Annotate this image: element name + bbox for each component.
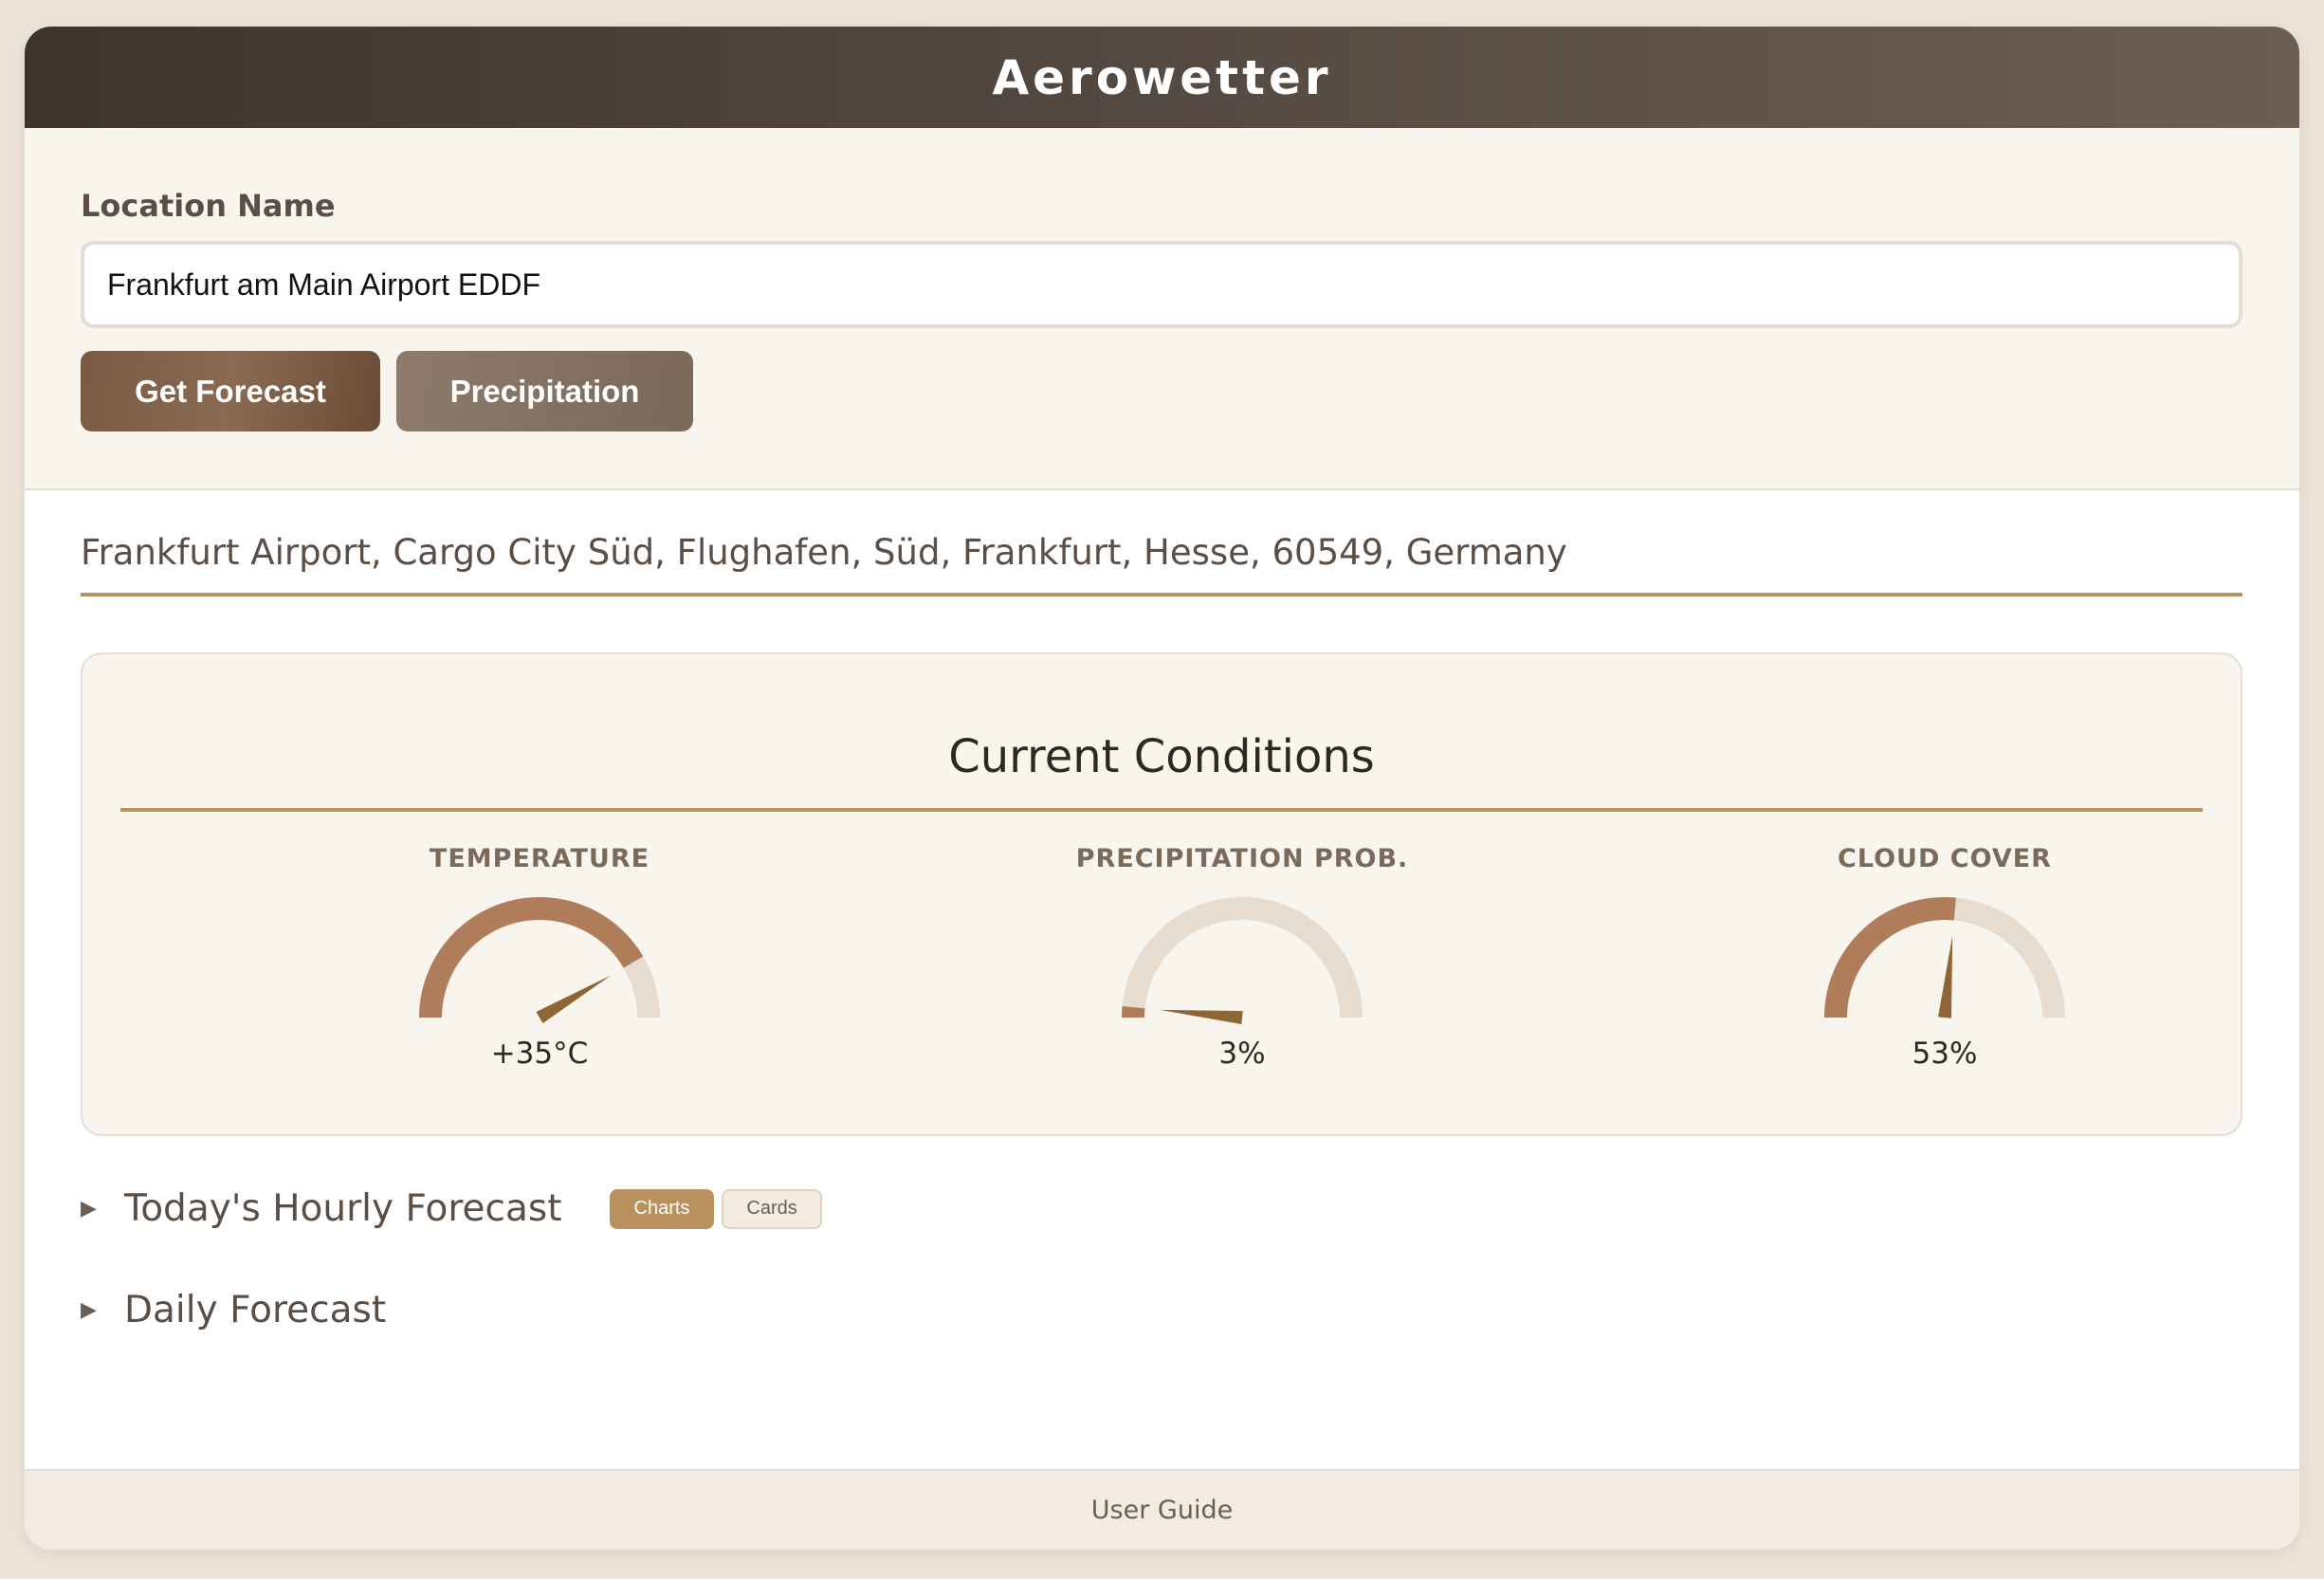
charts-toggle-button[interactable]: Charts <box>609 1188 715 1229</box>
current-conditions-divider <box>120 808 2203 812</box>
temperature-gauge: TEMPERATURE +35°C <box>350 844 729 1071</box>
location-name-label: Location Name <box>81 188 336 224</box>
cloud-cover-gauge: CLOUD COVER 53% <box>1755 844 2134 1071</box>
gauge-track <box>1122 897 1363 1019</box>
cards-toggle-button[interactable]: Cards <box>722 1188 822 1229</box>
current-conditions-card: Current Conditions TEMPERATURE +35°C PRE… <box>81 652 2242 1136</box>
address-divider <box>81 593 2242 597</box>
temperature-label: TEMPERATURE <box>429 844 650 873</box>
temperature-gauge-dial <box>419 897 660 1024</box>
resolved-address: Frankfurt Airport, Cargo City Süd, Flugh… <box>81 532 1567 573</box>
temperature-value: +35°C <box>490 1037 589 1071</box>
precipitation-value: 3% <box>1218 1037 1266 1071</box>
cloud-cover-value: 53% <box>1912 1037 1978 1071</box>
daily-forecast-title[interactable]: Daily Forecast <box>124 1289 386 1331</box>
user-guide-link[interactable]: User Guide <box>1091 1496 1233 1525</box>
hourly-forecast-section[interactable]: ▶ Today's Hourly Forecast Charts Cards <box>81 1187 822 1230</box>
triangle-right-icon[interactable]: ▶ <box>81 1197 124 1221</box>
cloud-cover-label: CLOUD COVER <box>1838 844 2052 873</box>
app-title: Aerowetter <box>992 49 1332 105</box>
forecast-content: Frankfurt Airport, Cargo City Süd, Flugh… <box>25 490 2299 1463</box>
get-forecast-button[interactable]: Get Forecast <box>81 351 380 431</box>
gauge-fill <box>1824 897 1956 1019</box>
current-conditions-title: Current Conditions <box>948 730 1375 783</box>
precipitation-gauge: PRECIPITATION PROB. 3% <box>1052 844 1432 1071</box>
precipitation-gauge-dial <box>1122 897 1363 1024</box>
daily-forecast-section[interactable]: ▶ Daily Forecast <box>81 1289 386 1331</box>
gauge-fill <box>1122 1006 1145 1019</box>
gauge-needle <box>1938 935 1953 1019</box>
triangle-right-icon[interactable]: ▶ <box>81 1298 124 1322</box>
app-header: Aerowetter <box>25 27 2299 128</box>
gauge-needle <box>536 975 611 1024</box>
app-window: Aerowetter Location Name Get Forecast Pr… <box>25 27 2299 1550</box>
precipitation-button[interactable]: Precipitation <box>396 351 693 431</box>
hourly-forecast-title[interactable]: Today's Hourly Forecast <box>124 1187 562 1230</box>
gauge-needle <box>1160 1009 1243 1024</box>
footer: User Guide <box>25 1469 2299 1550</box>
precipitation-label: PRECIPITATION PROB. <box>1075 844 1409 873</box>
search-panel: Location Name <box>25 128 2299 490</box>
gauge-fill <box>419 897 644 1019</box>
cloud-cover-gauge-dial <box>1824 897 2065 1019</box>
location-input[interactable] <box>81 241 2242 328</box>
